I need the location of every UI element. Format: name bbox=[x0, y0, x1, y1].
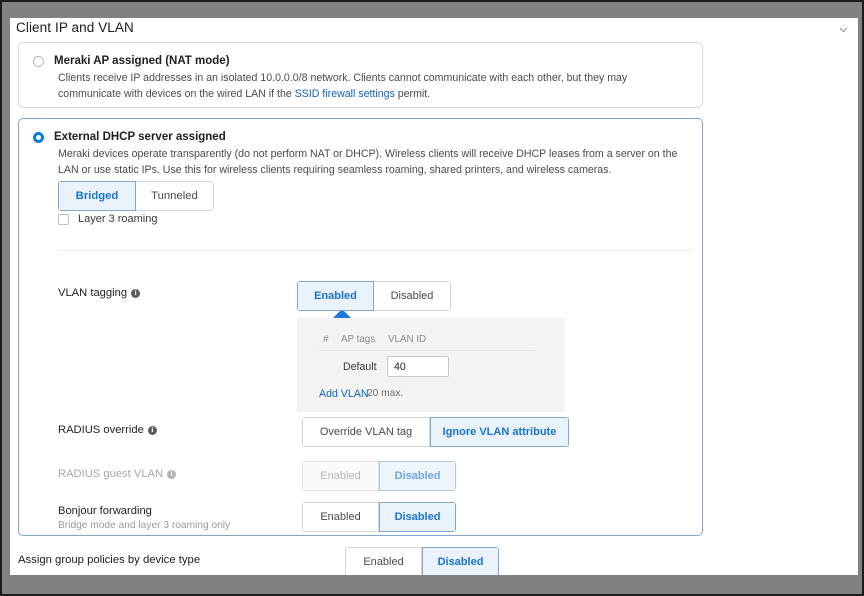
window-content: Client IP and VLAN Meraki AP assigned (N… bbox=[10, 18, 858, 575]
assign-group-policies-label: Assign group policies by device type bbox=[18, 554, 201, 566]
vlan-row-tag: Default bbox=[343, 361, 377, 373]
bridged-button[interactable]: Bridged bbox=[58, 181, 136, 211]
radio-label-nat-mode: Meraki AP assigned (NAT mode) bbox=[54, 55, 230, 67]
bonjour-enabled-button[interactable]: Enabled bbox=[302, 502, 379, 532]
assign-group-policies-toggle[interactable]: Enabled Disabled bbox=[345, 547, 499, 575]
vlan-col-ap-tags: AP tags bbox=[341, 334, 376, 345]
vlan-tagging-label: VLAN tagging i bbox=[58, 287, 141, 299]
nat-desc-part2: permit. bbox=[394, 87, 431, 100]
group-policies-disabled-button[interactable]: Disabled bbox=[422, 547, 499, 575]
vlan-col-vlan-id: VLAN ID bbox=[388, 334, 427, 345]
vlan-table-header: # AP tags VLAN ID bbox=[323, 334, 426, 345]
override-vlan-tag-button[interactable]: Override VLAN tag bbox=[302, 417, 430, 447]
radio-row-nat-mode[interactable]: Meraki AP assigned (NAT mode) bbox=[33, 54, 230, 68]
vlan-tagging-enabled-button[interactable]: Enabled bbox=[297, 281, 374, 311]
bonjour-forwarding-label: Bonjour forwarding bbox=[58, 505, 152, 517]
layer3-roaming-label: Layer 3 roaming bbox=[78, 213, 158, 225]
chevron-down-icon[interactable] bbox=[837, 23, 850, 36]
radio-label-external-dhcp: External DHCP server assigned bbox=[54, 131, 226, 143]
radius-override-toggle[interactable]: Override VLAN tag Ignore VLAN attribute bbox=[302, 417, 569, 447]
settings-content: Meraki AP assigned (NAT mode) Clients re… bbox=[10, 42, 858, 575]
radius-override-label: RADIUS override i bbox=[58, 424, 157, 436]
option-card-nat-mode[interactable]: Meraki AP assigned (NAT mode) Clients re… bbox=[18, 42, 703, 108]
info-icon-vlan-tagging[interactable]: i bbox=[131, 289, 141, 298]
info-icon-radius-guest-vlan[interactable]: i bbox=[167, 470, 177, 479]
add-vlan-link[interactable]: Add VLAN bbox=[319, 388, 368, 400]
layer3-roaming-row[interactable]: Layer 3 roaming bbox=[58, 213, 158, 225]
bridge-mode-toggle[interactable]: Bridged Tunneled bbox=[58, 181, 214, 211]
radius-guest-vlan-toggle[interactable]: Enabled Disabled bbox=[302, 461, 456, 491]
layer3-roaming-checkbox[interactable] bbox=[58, 213, 69, 225]
radio-external-dhcp[interactable] bbox=[33, 132, 44, 143]
vlan-max-note: 20 max. bbox=[367, 388, 404, 399]
radius-override-label-text: RADIUS override bbox=[58, 424, 144, 436]
group-policies-enabled-button[interactable]: Enabled bbox=[345, 547, 422, 575]
ignore-vlan-attribute-button[interactable]: Ignore VLAN attribute bbox=[430, 417, 569, 447]
radius-guest-vlan-disabled-button[interactable]: Disabled bbox=[379, 461, 456, 491]
page-title: Client IP and VLAN bbox=[16, 20, 134, 35]
radio-nat-mode[interactable] bbox=[33, 56, 44, 67]
info-icon-radius-override[interactable]: i bbox=[147, 426, 157, 435]
vlan-tagging-disabled-button[interactable]: Disabled bbox=[374, 281, 451, 311]
vlan-table-divider bbox=[319, 350, 535, 351]
option-description-external-dhcp: Meraki devices operate transparently (do… bbox=[58, 148, 678, 176]
vlan-tagging-toggle[interactable]: Enabled Disabled bbox=[297, 281, 451, 311]
radius-guest-vlan-enabled-button[interactable]: Enabled bbox=[302, 461, 379, 491]
tunneled-button[interactable]: Tunneled bbox=[136, 181, 214, 211]
bonjour-forwarding-sublabel: Bridge mode and layer 3 roaming only bbox=[58, 520, 231, 531]
vlan-table-panel: # AP tags VLAN ID Default Add VLAN 20 max. bbox=[297, 318, 565, 412]
radio-row-external-dhcp[interactable]: External DHCP server assigned bbox=[33, 130, 226, 144]
bonjour-forwarding-toggle[interactable]: Enabled Disabled bbox=[302, 502, 456, 532]
vlan-id-input[interactable] bbox=[387, 356, 449, 377]
vlan-tagging-label-text: VLAN tagging bbox=[58, 287, 128, 299]
option-card-external-dhcp[interactable]: External DHCP server assigned Meraki dev… bbox=[18, 118, 703, 536]
radius-guest-vlan-label: RADIUS guest VLAN i bbox=[58, 468, 177, 480]
window-frame: Client IP and VLAN Meraki AP assigned (N… bbox=[0, 0, 864, 596]
divider bbox=[58, 250, 692, 251]
bonjour-disabled-button[interactable]: Disabled bbox=[379, 502, 456, 532]
vlan-col-index: # bbox=[323, 334, 329, 345]
radius-guest-vlan-label-text: RADIUS guest VLAN bbox=[58, 468, 164, 480]
ssid-firewall-settings-link[interactable]: SSID firewall settings bbox=[295, 88, 395, 100]
option-description-nat-mode: Clients receive IP addresses in an isola… bbox=[58, 71, 688, 102]
